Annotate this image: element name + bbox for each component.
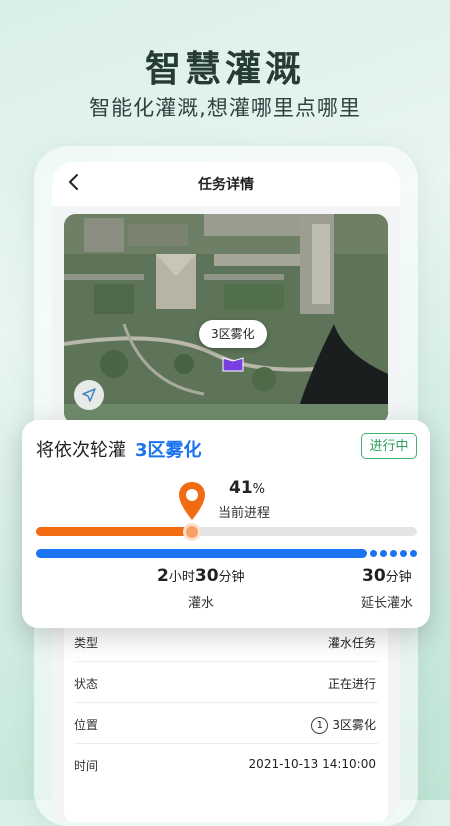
satellite-map[interactable]: 3区雾化 xyxy=(64,214,388,424)
promo-subtitle: 智能化灌溉,想灌哪里点哪里 xyxy=(89,96,361,120)
extend-minutes: 30 xyxy=(362,566,386,586)
card-title: 将依次轮灌 xyxy=(36,440,126,461)
card-zone-name: 3区雾化 xyxy=(135,440,202,461)
detail-key: 时间 xyxy=(74,759,99,773)
detail-row-time: 时间 2021-10-13 14:10:00 xyxy=(64,745,388,785)
extension-dot xyxy=(410,550,417,557)
task-details-list: 类型 灌水任务 状态 正在进行 位置 1 3区雾化 时间 2021-10-13 1… xyxy=(64,622,388,822)
detail-value: 3区雾化 xyxy=(332,718,376,732)
detail-key: 类型 xyxy=(74,636,99,650)
progress-label: 当前进程 xyxy=(218,506,271,521)
progress-pin-icon xyxy=(179,482,206,520)
water-minutes: 30 xyxy=(194,566,219,586)
zone-marker-icon[interactable] xyxy=(222,356,244,372)
hours-unit: 小时 xyxy=(168,570,195,585)
detail-value: 灌水任务 xyxy=(327,636,376,650)
water-time-bar xyxy=(36,549,367,558)
detail-value: 2021-10-13 14:10:00 xyxy=(248,757,376,771)
irrigation-progress-card: 将依次轮灌 3区雾化 进行中 41% 当前进程 2小时30分钟 灌水 30分钟 … xyxy=(22,420,430,628)
detail-row-location: 位置 1 3区雾化 xyxy=(64,704,388,744)
water-label: 灌水 xyxy=(188,596,215,611)
promo-headline: 智慧灌溉 xyxy=(144,49,305,90)
status-badge: 进行中 xyxy=(361,433,417,459)
detail-value: 正在进行 xyxy=(327,677,376,691)
zone-number-badge: 1 xyxy=(311,717,329,734)
extension-dot xyxy=(400,550,407,557)
page-title: 任务详情 xyxy=(198,177,254,193)
detail-key: 状态 xyxy=(74,677,99,691)
progress-percent: 41% xyxy=(229,478,265,498)
water-hours: 2 xyxy=(157,566,169,586)
progress-knob[interactable] xyxy=(183,523,202,541)
divider xyxy=(74,702,378,703)
location-value: 1 3区雾化 xyxy=(311,716,376,734)
navigation-arrow-icon xyxy=(82,388,96,402)
progress-unit: % xyxy=(252,482,266,497)
progress-number: 41 xyxy=(229,478,253,498)
extend-label: 延长灌水 xyxy=(361,596,414,611)
locate-button[interactable] xyxy=(74,380,104,410)
minutes-unit: 分钟 xyxy=(385,570,412,585)
top-bar: 任务详情 xyxy=(52,162,400,206)
extension-dot xyxy=(370,550,377,557)
map-zone-label[interactable]: 3区雾化 xyxy=(199,320,267,348)
minutes-unit: 分钟 xyxy=(218,570,245,585)
divider xyxy=(74,661,378,662)
extension-dot xyxy=(390,550,397,557)
detail-row-type: 类型 灌水任务 xyxy=(64,622,388,662)
water-duration: 2小时30分钟 xyxy=(157,566,245,586)
map-imagery xyxy=(64,214,388,424)
extension-dot xyxy=(380,550,387,557)
detail-key: 位置 xyxy=(74,718,99,732)
detail-row-status: 状态 正在进行 xyxy=(64,663,388,703)
divider xyxy=(74,743,378,744)
progress-fill xyxy=(36,527,193,536)
extend-duration: 30分钟 xyxy=(362,566,412,586)
